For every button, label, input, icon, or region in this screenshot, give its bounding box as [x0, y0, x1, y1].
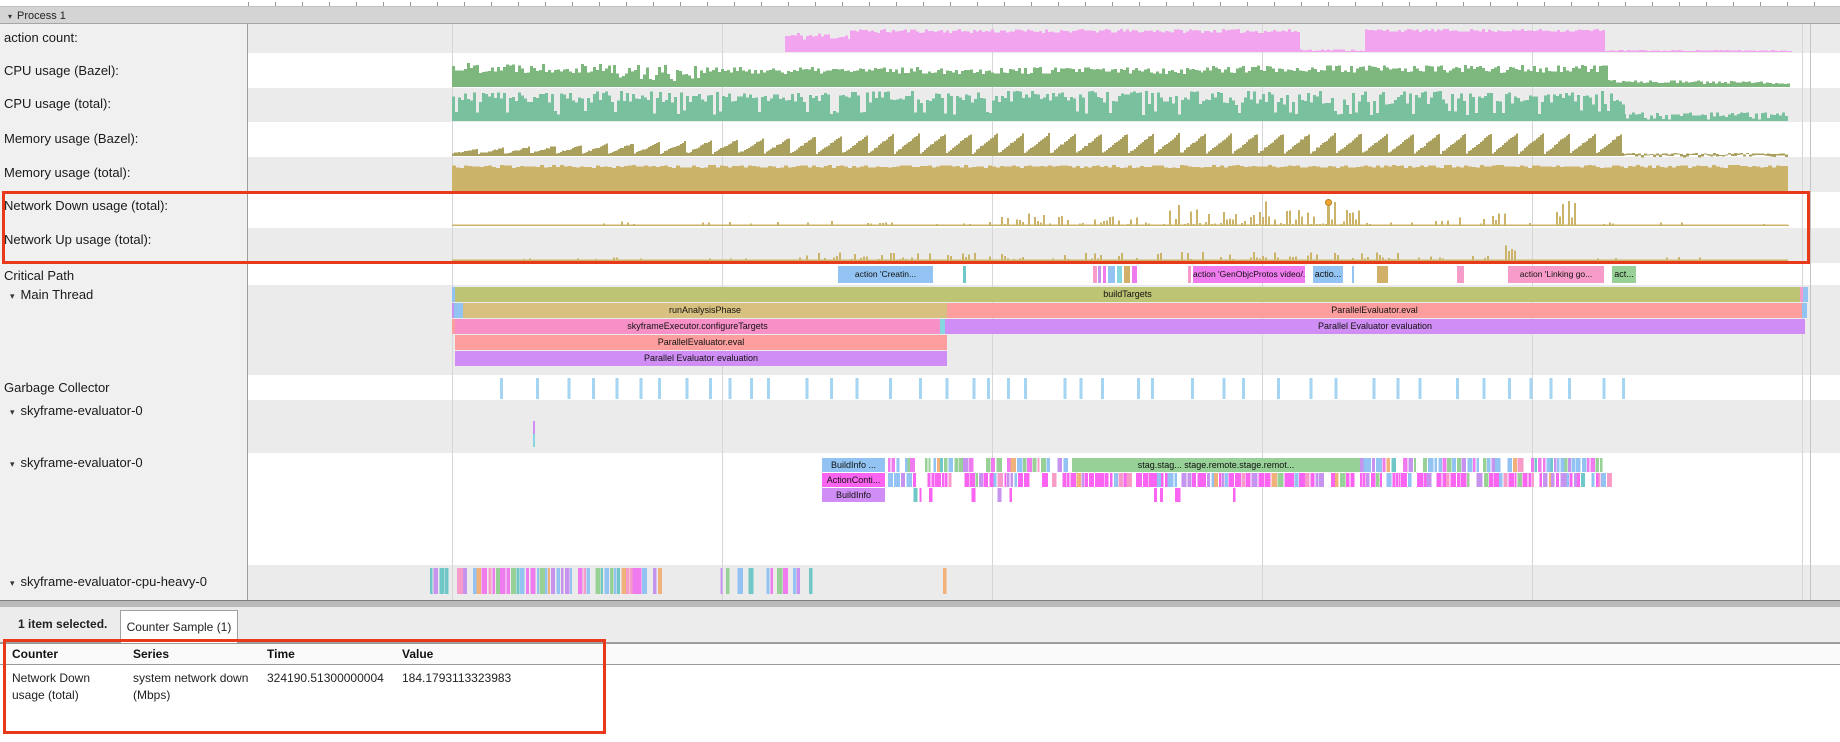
timeline-canvas[interactable]: action 'Creatin... action 'GenObjcProtos … [248, 24, 1840, 600]
track-label-counter-3: Memory usage (Bazel): [4, 131, 138, 146]
table-cell: 184.1793113323983 [402, 670, 532, 687]
track-row-net-up[interactable] [248, 228, 1840, 263]
process-header-label[interactable]: ▾Process 1 [8, 8, 66, 25]
track-label-counter-4: Memory usage (total): [4, 165, 130, 180]
timeline-slice[interactable]: act... [1612, 266, 1636, 283]
viewport-edge [1810, 24, 1811, 600]
track-label-thread-5[interactable]: ▾skyframe-evaluator-cpu-heavy-0 [10, 574, 207, 589]
timeline-slice[interactable]: buildTargets [455, 287, 1800, 302]
column-header-value: Value [402, 647, 433, 661]
column-header-counter: Counter [12, 647, 58, 661]
detail-panel: Counter Series Time Value Network Down usage… [0, 643, 1840, 742]
track-row-net-down[interactable] [248, 192, 1840, 228]
table-cell: 324190.51300000004 [267, 670, 391, 687]
timeline-slice[interactable]: actio... [1313, 266, 1343, 283]
timeline-slice[interactable] [1117, 266, 1122, 283]
track-row-skyframe-evaluator-0-a[interactable] [248, 400, 1840, 453]
track-sidebar: action count: CPU usage (Bazel): CPU usage… [0, 24, 248, 600]
collapse-arrow-icon[interactable]: ▾ [10, 459, 15, 469]
track-row-skyframe-evaluator-0-b[interactable] [248, 453, 1840, 565]
timeline-slice[interactable]: action 'Linking go... [1508, 266, 1604, 283]
track-label-thread-4[interactable]: ▾skyframe-evaluator-0 [10, 455, 143, 470]
track-row-mem-total[interactable] [248, 157, 1840, 192]
timeline-slice[interactable]: runAnalysisPhase [463, 303, 947, 318]
collapse-arrow-icon[interactable]: ▾ [10, 578, 15, 588]
timeline-slice[interactable]: BuildInfo [822, 488, 885, 502]
timeline-slice[interactable] [963, 266, 966, 283]
detail-tab-bar: 1 item selected. Counter Sample (1) [0, 607, 1840, 643]
timeline-slice[interactable] [1802, 303, 1807, 318]
timeline-slice[interactable]: action 'Creatin... [838, 266, 933, 283]
selected-sample-marker[interactable] [1325, 199, 1332, 206]
track-label-thread-1[interactable]: ▾Main Thread [10, 287, 93, 302]
timeline-slice[interactable] [1093, 266, 1097, 283]
table-cell: system network down (Mbps) [133, 670, 255, 704]
track-row-cpu-total[interactable] [248, 88, 1840, 122]
table-row[interactable]: Network Down usage (total) system network… [0, 665, 1840, 725]
collapse-arrow-icon: ▾ [8, 12, 12, 21]
timeline-slice[interactable] [1098, 266, 1101, 283]
track-label-thread-3[interactable]: ▾skyframe-evaluator-0 [10, 403, 143, 418]
timeline-slice[interactable] [1188, 266, 1191, 283]
timeline-slice[interactable]: action 'GenObjcProtos video/... [1193, 266, 1305, 283]
table-cell: Network Down usage (total) [12, 670, 122, 704]
track-label-thread-2: Garbage Collector [4, 380, 110, 395]
timeline-slice[interactable]: stag.stag... stage.remote.stage.remot... [1072, 458, 1360, 472]
timeline-slice[interactable]: Parallel Evaluator evaluation [455, 351, 947, 366]
collapse-arrow-icon[interactable]: ▾ [10, 291, 15, 301]
track-label-counter-6: Network Up usage (total): [4, 232, 151, 247]
panel-splitter[interactable] [0, 600, 1840, 607]
track-row-garbage-collector[interactable] [248, 375, 1840, 400]
track-row-action-count[interactable] [248, 24, 1840, 53]
tab-counter-sample[interactable]: Counter Sample (1) [120, 610, 238, 644]
track-row-skyframe-evaluator-cpu-heavy-0[interactable] [248, 565, 1840, 600]
timeline-slice[interactable] [1803, 287, 1808, 302]
timeline-slice[interactable]: ParallelEvaluator.eval [947, 303, 1802, 318]
timeline-slice[interactable] [1457, 266, 1464, 283]
timeline-slice[interactable] [454, 303, 463, 318]
trace-viewer: ▾Process 1 action count: CPU usage (Bazel… [0, 0, 1840, 742]
timeline-slice[interactable] [1132, 266, 1137, 283]
timeline-slice[interactable] [1124, 266, 1130, 283]
timeline-slice[interactable]: ParallelEvaluator.eval [455, 335, 947, 350]
table-header-row: Counter Series Time Value [0, 643, 1840, 665]
track-label-counter-5: Network Down usage (total): [4, 198, 168, 213]
track-label-counter-0: action count: [4, 30, 78, 45]
timeline-slice[interactable] [1108, 266, 1115, 283]
track-row-mem-bazel[interactable] [248, 122, 1840, 157]
timeline-slice[interactable]: ActionConti... [822, 473, 885, 487]
timeline-slice[interactable]: skyframeExecutor.configureTargets [455, 319, 940, 334]
column-header-series: Series [133, 647, 169, 661]
timeline-slice[interactable] [1377, 266, 1388, 283]
timeline-slice[interactable]: BuildInfo ... [822, 458, 885, 472]
track-row-cpu-bazel[interactable] [248, 53, 1840, 88]
timeline-slice[interactable] [1103, 266, 1106, 283]
timeline-slice[interactable]: Parallel Evaluator evaluation [945, 319, 1805, 334]
collapse-arrow-icon[interactable]: ▾ [10, 407, 15, 417]
process-header[interactable]: ▾Process 1 [0, 6, 1840, 24]
selection-status: 1 item selected. [18, 617, 107, 631]
track-label-thread-0: Critical Path [4, 268, 74, 283]
track-label-counter-2: CPU usage (total): [4, 96, 111, 111]
track-label-counter-1: CPU usage (Bazel): [4, 63, 119, 78]
column-header-time: Time [267, 647, 295, 661]
timeline-slice[interactable] [1352, 266, 1354, 283]
